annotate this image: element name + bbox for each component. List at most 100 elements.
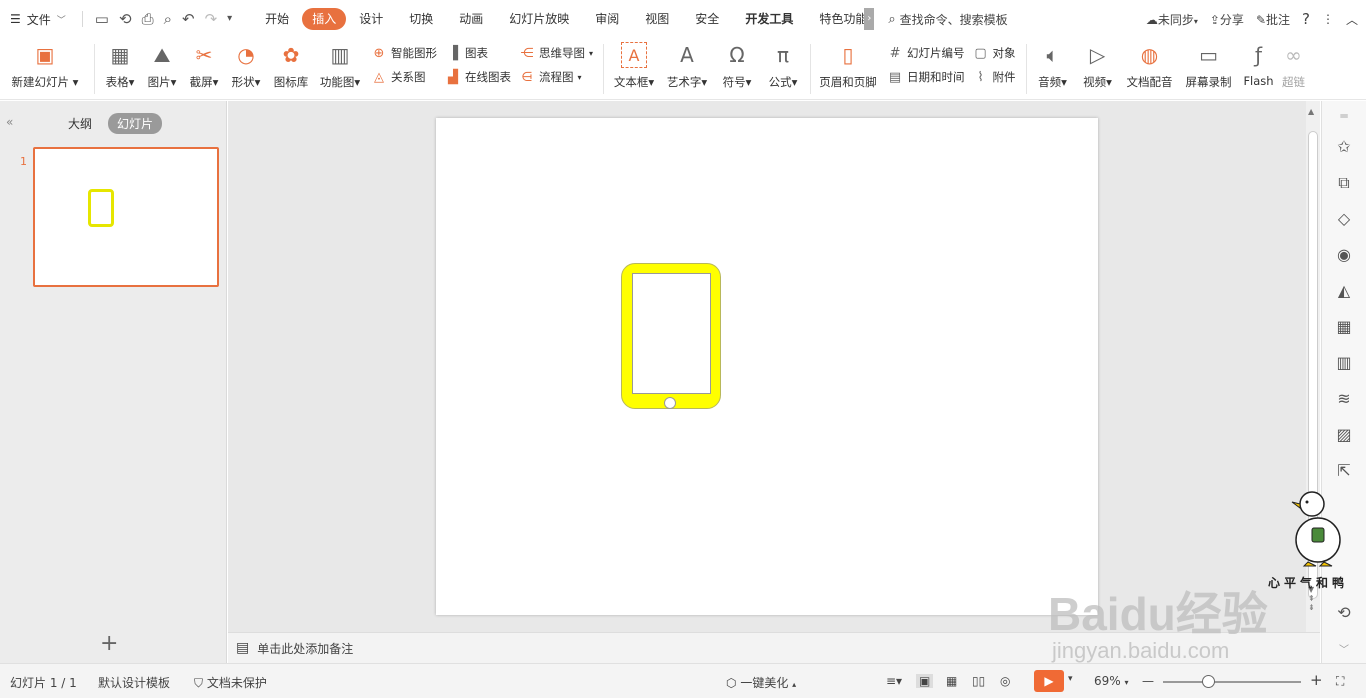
redo-icon[interactable]: ↷ bbox=[205, 11, 218, 27]
tab-developer[interactable]: 开发工具 bbox=[732, 8, 806, 30]
pin-icon[interactable]: ✩ bbox=[1334, 137, 1354, 156]
wordart-button[interactable]: A 艺术字▾ bbox=[660, 38, 714, 100]
tab-design[interactable]: 设计 bbox=[346, 8, 396, 30]
formula-button[interactable]: π 公式▾ bbox=[760, 38, 806, 100]
attachment-button[interactable]: ⌇ 附件 bbox=[973, 68, 1015, 86]
collapse-panel-icon[interactable]: « bbox=[6, 115, 13, 129]
protection-status[interactable]: ⛉ 文档未保护 bbox=[194, 674, 267, 691]
more-icon[interactable]: ⋮ bbox=[1322, 12, 1334, 26]
video-button[interactable]: ▷ 视频▾ bbox=[1075, 38, 1121, 100]
picture-button[interactable]: ⛰ 图片▾ bbox=[141, 38, 183, 100]
function-chart-button[interactable]: ▥ 功能图▾ bbox=[315, 38, 365, 100]
command-search[interactable]: ⌕ 查找命令、搜索模板 bbox=[888, 11, 1007, 28]
template-icon[interactable]: ⧉ bbox=[1334, 173, 1354, 193]
datetime-button[interactable]: ▤ 日期和时间 bbox=[887, 68, 965, 86]
scroll-up-icon[interactable]: ▲ bbox=[1308, 107, 1314, 116]
zoom-in-icon[interactable]: + bbox=[1310, 671, 1323, 689]
sync-button[interactable]: ☁未同步▾ bbox=[1146, 11, 1198, 28]
zoom-out-icon[interactable]: — bbox=[1142, 674, 1154, 688]
tab-view[interactable]: 视图 bbox=[632, 8, 682, 30]
grid-icon[interactable]: ▦ bbox=[1334, 317, 1354, 336]
tab-start[interactable]: 开始 bbox=[252, 8, 302, 30]
tab-animation[interactable]: 动画 bbox=[446, 8, 496, 30]
zoom-level[interactable]: 69% ▾ bbox=[1094, 674, 1129, 688]
zoom-slider-knob[interactable] bbox=[1202, 675, 1215, 688]
hyperlink-button[interactable]: ∞ 超链 bbox=[1279, 38, 1309, 100]
icon-library-button[interactable]: ✿ 图标库 bbox=[267, 38, 315, 100]
settings-sliders-icon[interactable]: ≋ bbox=[1334, 389, 1354, 408]
history-icon[interactable]: ⟲ bbox=[1334, 603, 1354, 622]
customize-icon[interactable]: ▾ bbox=[227, 14, 232, 24]
file-menu[interactable]: ☰ 文件 ﹀ bbox=[0, 0, 76, 38]
smart-group: ⊕ 智能图形 ◬ 关系图 bbox=[371, 38, 437, 86]
mindmap-button[interactable]: ⋲ 思维导图 ▾ bbox=[519, 44, 594, 62]
print-preview-icon[interactable]: ⌕ bbox=[164, 11, 172, 27]
save-icon[interactable]: ▭ bbox=[95, 11, 109, 27]
fill-icon[interactable]: ◭ bbox=[1334, 281, 1354, 300]
print-icon[interactable]: ⎙ bbox=[142, 11, 154, 27]
chart-button[interactable]: ▐ 图表 bbox=[445, 44, 511, 62]
cloud-sync-icon[interactable]: ⟲ bbox=[119, 11, 132, 27]
presenter-view-icon[interactable]: ◎ bbox=[1000, 674, 1010, 688]
shape-button[interactable]: ◔ 形状▾ bbox=[225, 38, 267, 100]
undo-icon[interactable]: ↶ bbox=[182, 11, 195, 27]
zoom-slider[interactable] bbox=[1163, 681, 1301, 683]
slide-thumbnail-number: 1 bbox=[20, 155, 27, 168]
collapse-ribbon-icon[interactable]: ︿ bbox=[1346, 11, 1358, 28]
comment-button[interactable]: ✎批注 bbox=[1256, 11, 1290, 28]
ribbon-tabs: 开始 插入 设计 切换 动画 幻灯片放映 审阅 视图 安全 开发工具 特色功能 … bbox=[252, 8, 875, 30]
beautify-button[interactable]: ⬡ 一键美化 ▴ bbox=[726, 674, 796, 691]
export-icon[interactable]: ⇱ bbox=[1334, 461, 1354, 480]
screenshot-button[interactable]: ✂ 截屏▾ bbox=[183, 38, 225, 100]
shield-icon: ⛉ bbox=[194, 676, 204, 690]
screen-record-button[interactable]: ▭ 屏幕录制 bbox=[1179, 38, 1239, 100]
smart-shape-button[interactable]: ⊕ 智能图形 bbox=[371, 44, 437, 62]
slide-number-button[interactable]: # 幻灯片编号 bbox=[887, 44, 965, 62]
relation-button[interactable]: ◬ 关系图 bbox=[371, 68, 437, 86]
reading-view-icon[interactable]: ▯▯ bbox=[972, 674, 985, 688]
image-icon[interactable]: ▨ bbox=[1334, 425, 1354, 444]
share-button[interactable]: ⇪分享 bbox=[1210, 11, 1244, 28]
object-button[interactable]: ▢ 对象 bbox=[973, 44, 1015, 62]
fit-window-icon[interactable]: ⛶ bbox=[1336, 674, 1344, 689]
normal-view-icon[interactable]: ▣ bbox=[916, 674, 934, 688]
tab-insert[interactable]: 插入 bbox=[302, 8, 347, 30]
online-chart-button[interactable]: ▟ 在线图表 bbox=[445, 68, 511, 86]
play-slideshow-button[interactable]: ▶ bbox=[1034, 670, 1064, 692]
slide-panel: « 大纲 幻灯片 1 + bbox=[0, 101, 227, 663]
more-tabs-button[interactable]: › bbox=[864, 8, 875, 30]
tab-features[interactable]: 特色功能 bbox=[806, 8, 864, 30]
new-slide-icon: ▣ bbox=[35, 43, 55, 67]
tab-security[interactable]: 安全 bbox=[682, 8, 732, 30]
slide-indicator: 幻灯片 1 / 1 bbox=[10, 676, 77, 690]
header-footer-button[interactable]: ▯ 页眉和页脚 bbox=[815, 38, 881, 100]
tab-slides[interactable]: 幻灯片 bbox=[108, 113, 163, 134]
textbox-button[interactable]: A 文本框▾ bbox=[608, 38, 660, 100]
tablet-shape[interactable] bbox=[621, 263, 721, 409]
play-options-icon[interactable]: ▾ bbox=[1068, 674, 1073, 684]
audio-button[interactable]: 🔈︎ 音频▾ bbox=[1031, 38, 1075, 100]
tab-review[interactable]: 审阅 bbox=[582, 8, 632, 30]
align-menu-icon[interactable]: ≡▾ bbox=[886, 674, 902, 688]
help-button[interactable]: ? bbox=[1302, 10, 1310, 28]
slide-canvas[interactable] bbox=[436, 118, 1098, 615]
caret-up-icon: ▴ bbox=[792, 680, 797, 689]
table-button[interactable]: ▦ 表格▾ bbox=[99, 38, 141, 100]
location-icon[interactable]: ◉ bbox=[1334, 245, 1354, 264]
template-name[interactable]: 默认设计模板 bbox=[98, 674, 170, 691]
shape-fill-icon[interactable]: ◇ bbox=[1334, 209, 1354, 228]
flash-button[interactable]: ƒ Flash bbox=[1239, 38, 1279, 100]
slide-thumbnail[interactable] bbox=[33, 147, 219, 287]
tablet-shape-thumbnail bbox=[88, 189, 114, 227]
expand-icon[interactable]: ﹀ bbox=[1334, 641, 1354, 656]
chart-icon[interactable]: ▥ bbox=[1334, 353, 1354, 372]
new-slide-button[interactable]: ▣ 新建幻灯片 ▾ bbox=[0, 38, 90, 100]
sorter-view-icon[interactable]: ▦ bbox=[946, 674, 957, 688]
tab-slideshow[interactable]: 幻灯片放映 bbox=[496, 8, 582, 30]
symbol-button[interactable]: Ω 符号▾ bbox=[714, 38, 760, 100]
flowchart-button[interactable]: ⋳ 流程图 ▾ bbox=[519, 68, 593, 86]
doc-dub-button[interactable]: ◍ 文档配音 bbox=[1121, 38, 1179, 100]
tab-transition[interactable]: 切换 bbox=[396, 8, 446, 30]
tab-outline[interactable]: 大纲 bbox=[68, 115, 92, 132]
add-slide-button[interactable]: + bbox=[100, 631, 118, 656]
